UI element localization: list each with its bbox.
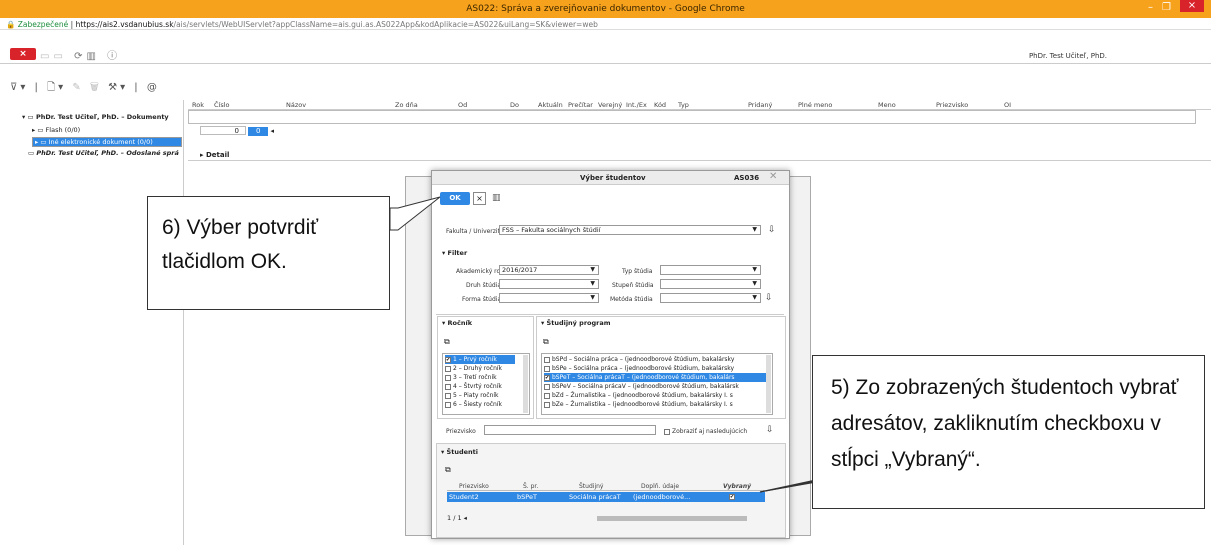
callout-6-text: 6) Výber potvrdiť tlačidlom OK. bbox=[162, 216, 319, 273]
callout-step-5: 5) Zo zobrazených študentoch vybrať adre… bbox=[812, 355, 1205, 509]
callout-5-text: 5) Zo zobrazených študentoch vybrať adre… bbox=[831, 376, 1179, 471]
callout-6-pointer bbox=[389, 196, 441, 231]
callout-step-6: 6) Výber potvrdiť tlačidlom OK. bbox=[147, 196, 390, 310]
